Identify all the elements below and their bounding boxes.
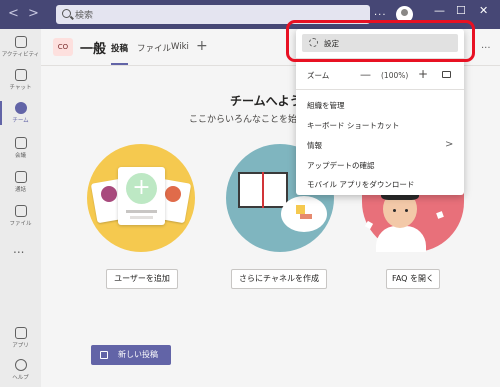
more-options-icon[interactable]: ... bbox=[374, 7, 387, 18]
menu-item-label: 情報 bbox=[307, 141, 322, 150]
app-rail: アクティビティ チャット チーム 会議 通話 ファイル ... アプリ ヘルプ bbox=[0, 29, 41, 387]
character-body bbox=[376, 226, 426, 252]
fullscreen-icon[interactable] bbox=[442, 71, 451, 78]
rail-item-label: アクティビティ bbox=[1, 52, 40, 58]
menu-item-keyboard-shortcuts[interactable]: キーボード ショートカット bbox=[296, 117, 464, 133]
menu-item-label: アップデートの確認 bbox=[307, 161, 375, 170]
apps-icon bbox=[14, 327, 27, 339]
rail-item-apps[interactable]: アプリ bbox=[0, 323, 41, 355]
forward-button[interactable]: > bbox=[28, 6, 39, 22]
plus-icon: + bbox=[126, 173, 157, 204]
add-profile-card: + bbox=[118, 167, 165, 225]
phone-icon bbox=[14, 171, 27, 183]
zoom-level: (100%) bbox=[381, 71, 409, 80]
card-line bbox=[126, 210, 157, 213]
add-user-button[interactable]: ユーザーを追加 bbox=[106, 269, 178, 289]
person-face-icon bbox=[101, 186, 117, 202]
new-post-label: 新しい投稿 bbox=[118, 350, 158, 359]
notebook-icon bbox=[238, 172, 288, 208]
rail-item-label: チーム bbox=[12, 118, 29, 124]
close-button[interactable]: ✕ bbox=[479, 4, 488, 17]
highlight-frame bbox=[286, 20, 475, 62]
maximize-button[interactable]: ☐ bbox=[456, 4, 466, 17]
rail-item-label: ファイル bbox=[9, 221, 32, 227]
compose-icon bbox=[100, 351, 108, 359]
search-icon bbox=[62, 9, 71, 18]
rail-item-meetings[interactable]: 会議 bbox=[0, 133, 41, 165]
file-icon bbox=[14, 205, 27, 217]
rail-item-label: アプリ bbox=[12, 343, 29, 349]
open-faq-button[interactable]: FAQ を開く bbox=[386, 269, 440, 289]
sticky-note-icon bbox=[300, 214, 312, 219]
rail-item-label: ヘルプ bbox=[12, 375, 29, 381]
welcome-subtitle: ここからいろんなことを始め bbox=[189, 115, 307, 125]
channel-name: 一般 bbox=[80, 42, 107, 57]
menu-item-label: モバイル アプリをダウンロード bbox=[307, 180, 415, 189]
rail-item-activity[interactable]: アクティビティ bbox=[0, 32, 41, 64]
teams-icon bbox=[14, 102, 27, 114]
tab-posts[interactable]: 投稿 bbox=[111, 42, 128, 54]
back-button[interactable]: < bbox=[8, 6, 19, 22]
rail-item-help[interactable]: ヘルプ bbox=[0, 355, 41, 387]
team-avatar[interactable]: CO bbox=[53, 38, 73, 56]
new-post-button[interactable]: 新しい投稿 bbox=[91, 345, 171, 365]
menu-item-check-updates[interactable]: アップデートの確認 bbox=[296, 157, 464, 173]
character-eye bbox=[393, 209, 396, 212]
menu-item-about[interactable]: 情報 bbox=[296, 137, 464, 153]
tab-files[interactable]: ファイル bbox=[137, 42, 171, 54]
menu-divider bbox=[296, 89, 464, 90]
chevron-right-icon: > bbox=[445, 139, 454, 150]
help-icon bbox=[14, 359, 27, 371]
rail-item-label: チャット bbox=[9, 85, 32, 91]
zoom-in-button[interactable]: + bbox=[418, 67, 428, 81]
tab-wiki[interactable]: Wiki bbox=[171, 42, 189, 52]
more-apps-icon[interactable]: ... bbox=[13, 242, 24, 256]
menu-item-label: キーボード ショートカット bbox=[307, 121, 400, 130]
zoom-out-button[interactable]: — bbox=[360, 68, 371, 81]
rail-item-files[interactable]: ファイル bbox=[0, 201, 41, 233]
menu-item-download-mobile[interactable]: モバイル アプリをダウンロード bbox=[296, 176, 464, 192]
bell-icon bbox=[14, 36, 27, 48]
card-line bbox=[130, 216, 153, 219]
channel-more-icon[interactable]: ... bbox=[481, 40, 491, 51]
menu-item-manage-org[interactable]: 組織を管理 bbox=[296, 97, 464, 113]
menu-item-zoom: ズーム bbox=[296, 67, 464, 83]
minimize-button[interactable]: — bbox=[434, 4, 445, 17]
rail-item-calls[interactable]: 通話 bbox=[0, 167, 41, 199]
active-tab-indicator bbox=[111, 63, 128, 65]
rail-item-label: 通話 bbox=[14, 187, 26, 193]
search-placeholder: 検索 bbox=[75, 11, 94, 21]
sticky-note-icon bbox=[296, 205, 305, 214]
rail-item-teams[interactable]: チーム bbox=[0, 98, 41, 130]
rail-item-chat[interactable]: チャット bbox=[0, 65, 41, 97]
menu-item-label: 組織を管理 bbox=[307, 101, 345, 110]
create-channel-button[interactable]: さらにチャネルを作成 bbox=[231, 269, 327, 289]
zoom-label: ズーム bbox=[307, 71, 330, 80]
character-eye bbox=[405, 209, 408, 212]
chat-icon bbox=[14, 69, 27, 81]
add-tab-button[interactable]: + bbox=[196, 38, 208, 54]
calendar-icon bbox=[14, 137, 27, 149]
person-face-icon bbox=[165, 186, 181, 202]
rail-item-label: 会議 bbox=[14, 153, 26, 159]
